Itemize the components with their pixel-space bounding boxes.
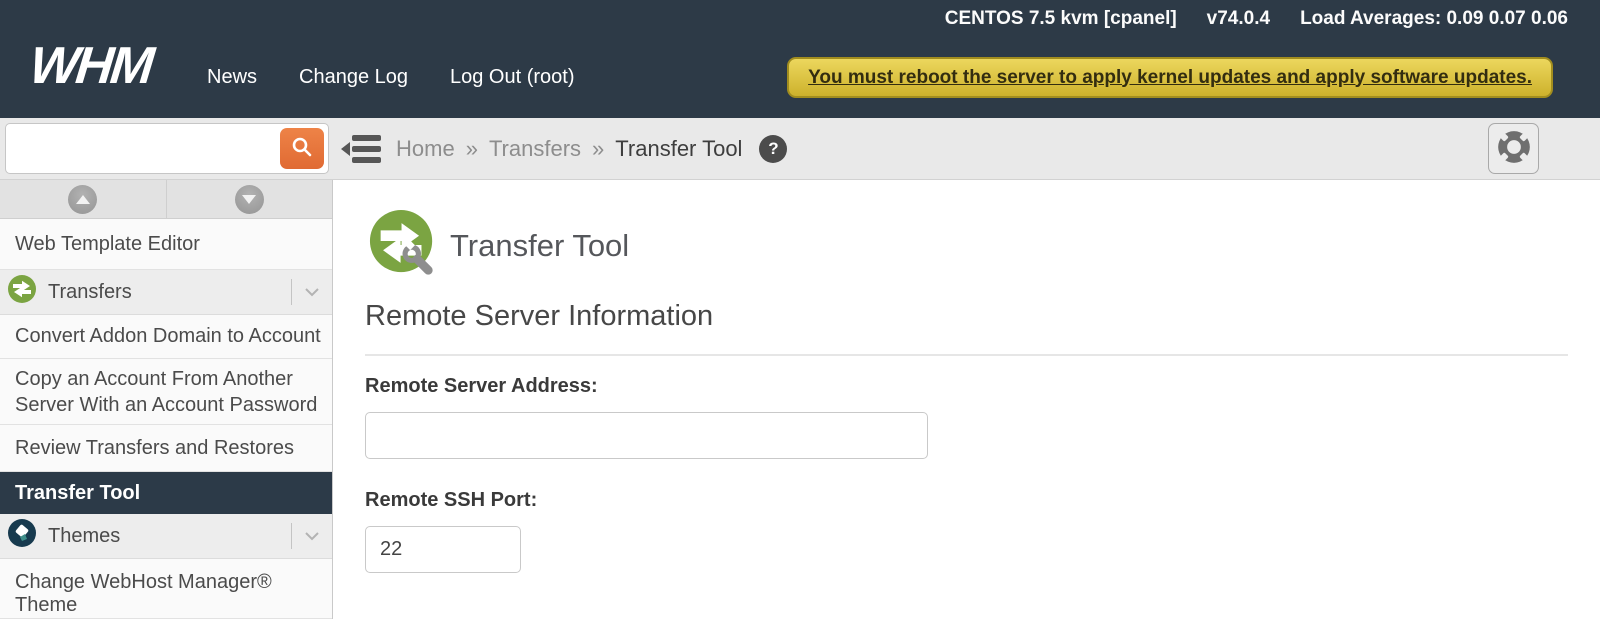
- breadcrumb-transfers[interactable]: Transfers: [489, 136, 581, 162]
- remote-server-address-input[interactable]: [365, 412, 928, 459]
- breadcrumb-bar: Home » Transfers » Transfer Tool ?: [0, 118, 1600, 180]
- breadcrumb-current: Transfer Tool: [615, 136, 742, 162]
- scroll-down-button[interactable]: [167, 180, 333, 218]
- lifesaver-icon: [1495, 128, 1533, 169]
- scroll-up-button[interactable]: [0, 180, 167, 218]
- transfer-tool-icon: [368, 208, 438, 283]
- section-heading: Remote Server Information: [365, 300, 1568, 356]
- sidebar-section-themes[interactable]: Themes: [0, 514, 332, 559]
- arrow-up-icon: [68, 185, 97, 214]
- transfers-icon: [8, 275, 36, 309]
- nav-log-out[interactable]: Log Out (root): [450, 66, 575, 89]
- sidebar-item-transfer-tool[interactable]: Transfer Tool: [0, 472, 332, 514]
- sidebar-item-change-theme[interactable]: Change WebHost Manager® Theme: [0, 559, 332, 619]
- search-button[interactable]: [280, 128, 324, 169]
- sidebar-item-web-template-editor[interactable]: Web Template Editor: [0, 219, 332, 270]
- whm-version: v74.0.4: [1207, 8, 1270, 30]
- load-averages: Load Averages: 0.09 0.07 0.06: [1300, 8, 1568, 30]
- whm-logo[interactable]: WHM: [27, 36, 154, 96]
- sidebar-item-label: Web Template Editor: [15, 233, 200, 256]
- sidebar-search: [5, 123, 329, 174]
- breadcrumb-home[interactable]: Home: [396, 136, 455, 162]
- search-input[interactable]: [16, 128, 271, 169]
- sidebar-item-label: Convert Addon Domain to Account: [15, 325, 321, 348]
- sidebar-item-label: Copy an Account From Another Server With…: [15, 366, 322, 418]
- themes-icon: [8, 519, 36, 553]
- search-icon: [291, 136, 313, 161]
- collapse-sidebar-icon[interactable]: [341, 134, 381, 164]
- top-header-bar: CENTOS 7.5 kvm [cpanel] v74.0.4 Load Ave…: [0, 0, 1600, 118]
- system-os: CENTOS 7.5 kvm [cpanel]: [945, 8, 1177, 30]
- sidebar-item-label: Change WebHost Manager® Theme: [15, 571, 322, 617]
- main-content: Transfer Tool Remote Server Information …: [334, 180, 1600, 619]
- top-nav: News Change Log Log Out (root): [207, 66, 575, 89]
- remote-ssh-port-label: Remote SSH Port:: [365, 489, 537, 512]
- remote-server-address-label: Remote Server Address:: [365, 375, 598, 398]
- page-title: Transfer Tool: [450, 228, 629, 264]
- sidebar-section-label: Themes: [48, 525, 120, 548]
- section-divider: [291, 279, 292, 305]
- section-divider: [291, 523, 292, 549]
- arrow-down-icon: [235, 185, 264, 214]
- support-button[interactable]: [1488, 123, 1539, 174]
- sidebar-section-label: Transfers: [48, 281, 132, 304]
- remote-ssh-port-input[interactable]: [365, 526, 521, 573]
- breadcrumb-separator: »: [592, 136, 604, 162]
- breadcrumb-separator: »: [466, 136, 478, 162]
- help-icon[interactable]: ?: [759, 135, 787, 163]
- chevron-down-icon[interactable]: [304, 287, 320, 297]
- breadcrumb: Home » Transfers » Transfer Tool ?: [396, 118, 787, 179]
- nav-change-log[interactable]: Change Log: [299, 66, 408, 89]
- sidebar-item-convert-addon-domain[interactable]: Convert Addon Domain to Account: [0, 315, 332, 359]
- reboot-alert-banner[interactable]: You must reboot the server to apply kern…: [787, 57, 1553, 98]
- chevron-down-icon[interactable]: [304, 531, 320, 541]
- reboot-alert-text: You must reboot the server to apply kern…: [808, 67, 1532, 89]
- sidebar-item-label: Transfer Tool: [15, 482, 140, 505]
- sidebar-section-transfers[interactable]: Transfers: [0, 270, 332, 315]
- nav-news[interactable]: News: [207, 66, 257, 89]
- sidebar-item-label: Review Transfers and Restores: [15, 437, 294, 460]
- sidebar-scroll-controls: [0, 180, 332, 219]
- system-info: CENTOS 7.5 kvm [cpanel] v74.0.4 Load Ave…: [945, 8, 1568, 30]
- page-header: Transfer Tool: [368, 208, 629, 283]
- sidebar-item-review-transfers[interactable]: Review Transfers and Restores: [0, 425, 332, 472]
- sidebar-item-copy-account[interactable]: Copy an Account From Another Server With…: [0, 359, 332, 425]
- sidebar-menu: Web Template Editor Transfers Convert Ad…: [0, 180, 333, 619]
